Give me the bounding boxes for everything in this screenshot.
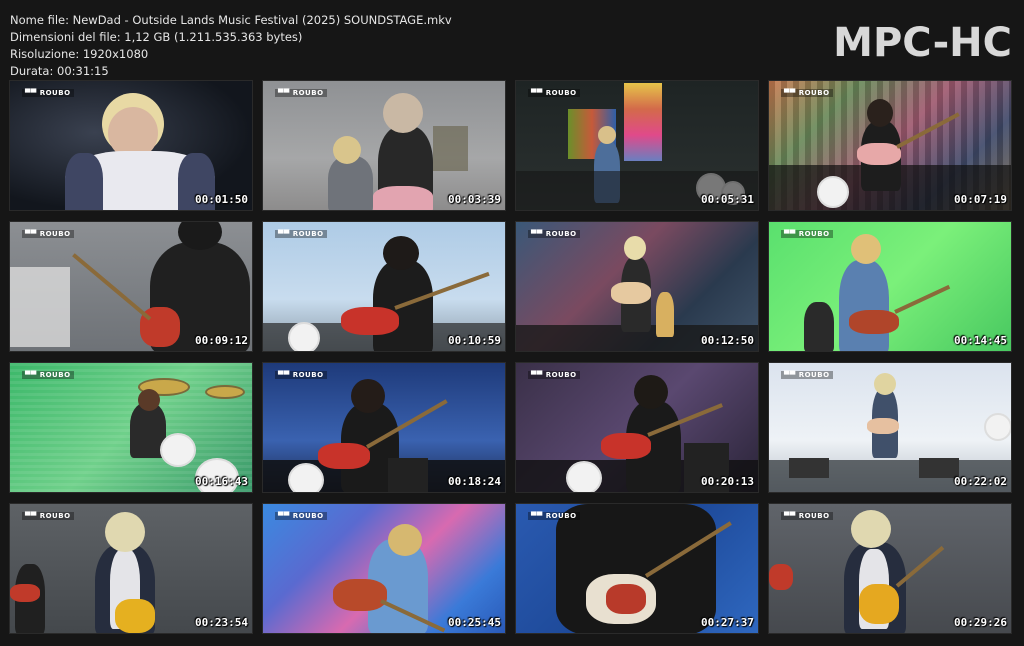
thumbnail: ▀▀ ROUBO 00:16:43 xyxy=(9,362,253,493)
thumbnail: ▀▀ ROUBO 00:23:54 xyxy=(9,503,253,634)
thumbnail: ▀▀ ROUBO 00:14:45 xyxy=(768,221,1012,352)
timestamp: 00:03:39 xyxy=(448,193,501,206)
file-info: Nome file: NewDad - Outside Lands Music … xyxy=(10,12,452,80)
channel-logo: ▀▀ ROUBO xyxy=(275,230,327,238)
timestamp: 00:05:31 xyxy=(701,193,754,206)
file-name: Nome file: NewDad - Outside Lands Music … xyxy=(10,13,452,27)
channel-logo: ▀▀ ROUBO xyxy=(275,371,327,379)
timestamp: 00:01:50 xyxy=(195,193,248,206)
thumbnail: ▀▀ ROUBO 00:10:59 xyxy=(262,221,506,352)
thumbnail: ▀▀ ROUBO 00:01:50 xyxy=(9,80,253,211)
timestamp: 00:22:02 xyxy=(954,475,1007,488)
thumbnail: ▀▀ ROUBO 00:27:37 xyxy=(515,503,759,634)
thumbnail: ▀▀ ROUBO 00:07:19 xyxy=(768,80,1012,211)
thumbnail: ▀▀ ROUBO 00:22:02 xyxy=(768,362,1012,493)
thumbnail: ▀▀ ROUBO 00:03:39 xyxy=(262,80,506,211)
duration: Durata: 00:31:15 xyxy=(10,64,109,78)
channel-logo: ▀▀ ROUBO xyxy=(528,89,580,97)
timestamp: 00:14:45 xyxy=(954,334,1007,347)
timestamp: 00:16:43 xyxy=(195,475,248,488)
channel-logo: ▀▀ ROUBO xyxy=(528,230,580,238)
channel-logo: ▀▀ ROUBO xyxy=(528,371,580,379)
mpc-hc-logo: MPC-HC xyxy=(833,20,1012,66)
channel-logo: ▀▀ ROUBO xyxy=(781,371,833,379)
channel-logo: ▀▀ ROUBO xyxy=(22,230,74,238)
thumbnail: ▀▀ ROUBO 00:20:13 xyxy=(515,362,759,493)
thumbnail: ▀▀ ROUBO 00:29:26 xyxy=(768,503,1012,634)
thumbnail: ▀▀ ROUBO 00:05:31 xyxy=(515,80,759,211)
channel-logo: ▀▀ ROUBO xyxy=(275,512,327,520)
timestamp: 00:23:54 xyxy=(195,616,248,629)
timestamp: 00:20:13 xyxy=(701,475,754,488)
thumbnail: ▀▀ ROUBO 00:18:24 xyxy=(262,362,506,493)
channel-logo: ▀▀ ROUBO xyxy=(781,512,833,520)
timestamp: 00:29:26 xyxy=(954,616,1007,629)
timestamp: 00:27:37 xyxy=(701,616,754,629)
resolution: Risoluzione: 1920x1080 xyxy=(10,47,149,61)
channel-logo: ▀▀ ROUBO xyxy=(528,512,580,520)
thumbnail: ▀▀ ROUBO 00:25:45 xyxy=(262,503,506,634)
timestamp: 00:10:59 xyxy=(448,334,501,347)
timestamp: 00:07:19 xyxy=(954,193,1007,206)
timestamp: 00:25:45 xyxy=(448,616,501,629)
channel-logo: ▀▀ ROUBO xyxy=(781,89,833,97)
channel-logo: ▀▀ ROUBO xyxy=(781,230,833,238)
timestamp: 00:09:12 xyxy=(195,334,248,347)
thumbnail: ▀▀ ROUBO 00:12:50 xyxy=(515,221,759,352)
thumbnail-grid: ▀▀ ROUBO 00:01:50 ▀▀ ROUBO 00:03:39 ▀▀ R… xyxy=(9,80,1012,634)
channel-logo: ▀▀ ROUBO xyxy=(22,371,74,379)
channel-logo: ▀▀ ROUBO xyxy=(22,89,74,97)
timestamp: 00:18:24 xyxy=(448,475,501,488)
timestamp: 00:12:50 xyxy=(701,334,754,347)
channel-logo: ▀▀ ROUBO xyxy=(275,89,327,97)
channel-logo: ▀▀ ROUBO xyxy=(22,512,74,520)
file-size: Dimensioni del file: 1,12 GB (1.211.535.… xyxy=(10,30,303,44)
thumbnail: ▀▀ ROUBO 00:09:12 xyxy=(9,221,253,352)
